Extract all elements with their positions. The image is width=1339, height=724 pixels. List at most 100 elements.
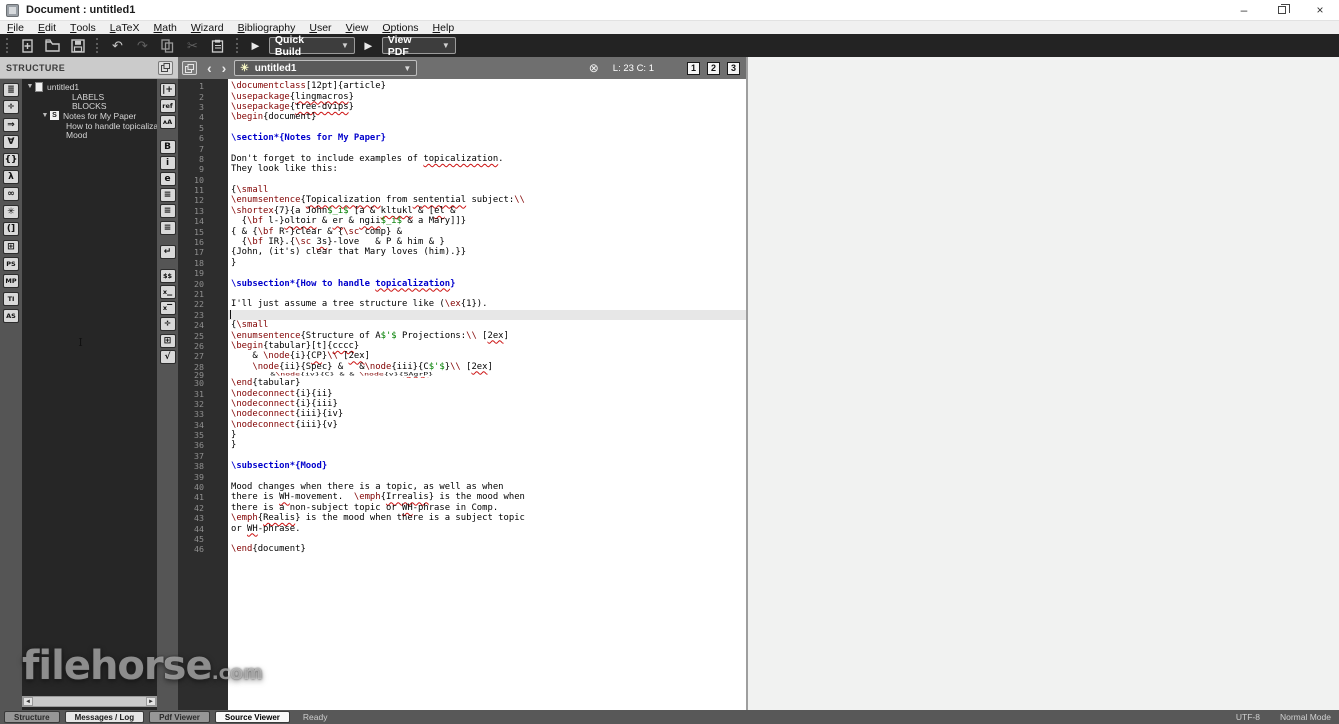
misc-math-icon[interactable]: ∞: [3, 187, 19, 202]
editor-line[interactable]: 4 \begin {document}: [178, 112, 746, 122]
run-icon[interactable]: ►: [249, 38, 262, 53]
undo-icon[interactable]: ↶: [107, 36, 128, 55]
quick-build-select[interactable]: Quick Build ▼: [268, 34, 355, 58]
pstricks-icon[interactable]: PS: [3, 256, 19, 271]
subscript-icon[interactable]: x▁: [159, 285, 176, 300]
editor-line[interactable]: 8 Don't forget to include examples of top…: [178, 154, 746, 164]
editor-line[interactable]: 37: [178, 451, 746, 461]
restore-button[interactable]: [1263, 0, 1301, 20]
copy-icon[interactable]: [157, 36, 178, 55]
menu-bibliography[interactable]: Bibliography: [231, 21, 303, 34]
emph-icon[interactable]: e: [159, 171, 176, 186]
editor-line[interactable]: 28 \node {ii}{Spec} & & \node {iii}{C $'$} \\…: [178, 362, 746, 372]
editor-line[interactable]: 44 or WH -phrase.: [178, 523, 746, 534]
editor-line[interactable]: 16 {\bf IR}.{\sc 3s}-love & P & him & }: [178, 237, 746, 247]
view-button-3[interactable]: 3: [727, 61, 740, 75]
editor-line[interactable]: 7: [178, 143, 746, 154]
asymptote-icon[interactable]: AS: [3, 309, 19, 324]
editor-line[interactable]: 45: [178, 534, 746, 544]
tree-item[interactable]: ▼ S Notes for My Paper: [22, 111, 157, 121]
toolbar-drag-handle[interactable]: [236, 38, 239, 53]
close-button[interactable]: ×: [1301, 0, 1339, 20]
editor-line[interactable]: 33 \nodeconnect {iii}{iv}: [178, 409, 746, 419]
detach-panel-button[interactable]: [158, 60, 173, 75]
redo-icon[interactable]: ↷: [132, 36, 153, 55]
new-file-icon[interactable]: [17, 36, 38, 55]
structure-view-icon[interactable]: ≣: [3, 83, 19, 97]
editor-line[interactable]: 10: [178, 175, 746, 185]
description-icon[interactable]: ≡: [159, 220, 176, 235]
italic-icon[interactable]: i: [159, 155, 176, 170]
tree-item[interactable]: BLOCKS: [22, 101, 157, 111]
brackets-icon[interactable]: (]: [3, 222, 19, 237]
editor-line[interactable]: 41 there is WH -movement. \emph{Irrealis} …: [178, 492, 746, 502]
editor-line[interactable]: 40 Mood changes when there is a topic, as…: [178, 482, 746, 492]
editor-line[interactable]: 6 \section*{Notes for My Paper}: [178, 133, 746, 143]
superscript-icon[interactable]: x▔: [159, 301, 176, 316]
open-folder-icon[interactable]: [42, 36, 63, 55]
scroll-left-icon[interactable]: ◄: [23, 697, 33, 706]
panel-tab-messages-log[interactable]: Messages / Log: [64, 711, 145, 723]
editor-line[interactable]: 13 \shortex {7}{a John $_i$ [a & kltukl & […: [178, 206, 746, 216]
footnote-icon[interactable]: ᴀA: [159, 115, 176, 130]
editor-line[interactable]: 20 \subsection*{How to handle topicalizat…: [178, 278, 746, 289]
cut-icon[interactable]: ✂: [182, 36, 203, 55]
tree-item[interactable]: How to handle topicalizati: [22, 121, 157, 131]
inline-math-icon[interactable]: $$: [159, 268, 176, 283]
close-document-icon[interactable]: ⊗: [589, 61, 599, 75]
editor-line[interactable]: 36}: [178, 440, 746, 450]
editor-line[interactable]: 31 \nodeconnect {i}{ii}: [178, 388, 746, 399]
menu-user[interactable]: User: [302, 21, 338, 34]
editor-line[interactable]: 42 there is a non-subject topic or WH -phr…: [178, 503, 746, 513]
save-icon[interactable]: [67, 36, 88, 55]
editor-line[interactable]: 23: [178, 309, 746, 320]
editor-line[interactable]: 35}: [178, 430, 746, 440]
newline-icon[interactable]: ↵: [159, 244, 176, 259]
fraction-icon[interactable]: ÷: [159, 317, 176, 332]
editor-line[interactable]: 27 & \node {i}{CP} \\ [2ex]: [178, 351, 746, 361]
menu-edit[interactable]: Edit: [31, 21, 63, 34]
itemize-icon[interactable]: ≡: [159, 188, 176, 203]
misc-symbols-icon[interactable]: ∀: [3, 135, 19, 150]
tree-item[interactable]: Mood: [22, 130, 157, 140]
metapost-icon[interactable]: MP: [3, 274, 19, 289]
relation-symbols-icon[interactable]: ÷: [3, 100, 19, 115]
editor-line[interactable]: 25 \enumsentence {Structure of A $'$ Projec…: [178, 330, 746, 341]
menu-math[interactable]: Math: [147, 21, 184, 34]
sqrt-icon[interactable]: √: [159, 349, 176, 364]
tikz-icon[interactable]: TI: [3, 291, 19, 306]
tree-item[interactable]: LABELS: [22, 92, 157, 102]
expander-icon[interactable]: ▼: [25, 83, 35, 90]
frames-icon[interactable]: ⊞: [3, 239, 19, 254]
menu-latex[interactable]: LaTeX: [103, 21, 147, 34]
panel-tab-source-viewer[interactable]: Source Viewer: [214, 711, 290, 723]
view-button-1[interactable]: 1: [687, 61, 700, 75]
enumerate-icon[interactable]: ≡: [159, 204, 176, 219]
previous-document-button[interactable]: ‹: [202, 61, 217, 75]
menu-file[interactable]: File: [0, 21, 31, 34]
menu-options[interactable]: Options: [375, 21, 425, 34]
menu-tools[interactable]: Tools: [63, 21, 103, 34]
editor-line[interactable]: 22 I'll just assume a tree structure like…: [178, 299, 746, 309]
editor-line[interactable]: 2 \usepackage{lingmacros}: [178, 91, 746, 102]
run-icon[interactable]: ►: [362, 38, 375, 53]
editor-line[interactable]: 14 {\bf l-} oltoir & er & ngii $_i$ & a Ma…: [178, 216, 746, 226]
menu-view[interactable]: View: [339, 21, 376, 34]
menu-help[interactable]: Help: [426, 21, 462, 34]
editor-line[interactable]: 34 \nodeconnect {iii}{v}: [178, 420, 746, 430]
paste-icon[interactable]: [207, 36, 228, 55]
greek-letters-icon[interactable]: λ: [3, 169, 19, 184]
editor-line[interactable]: 21: [178, 289, 746, 299]
view-button-2[interactable]: 2: [707, 61, 720, 75]
editor-line[interactable]: 1 \documentclass [12pt]{article}: [178, 81, 746, 91]
toolbar-drag-handle[interactable]: [6, 38, 9, 53]
editor-line[interactable]: 30 \end {tabular}: [178, 378, 746, 388]
editor-line[interactable]: 18}: [178, 258, 746, 268]
editor-line[interactable]: 43 \emph{Realis} is the mood when there i…: [178, 513, 746, 523]
editor-line[interactable]: 5: [178, 123, 746, 133]
editor-line[interactable]: 24 {\small: [178, 320, 746, 330]
document-selector[interactable]: ✳ untitled1 ▼: [234, 60, 418, 76]
editor-line[interactable]: 19: [178, 268, 746, 278]
label-icon[interactable]: |+: [159, 83, 176, 97]
most-used-symbols-icon[interactable]: ✳: [3, 204, 19, 219]
